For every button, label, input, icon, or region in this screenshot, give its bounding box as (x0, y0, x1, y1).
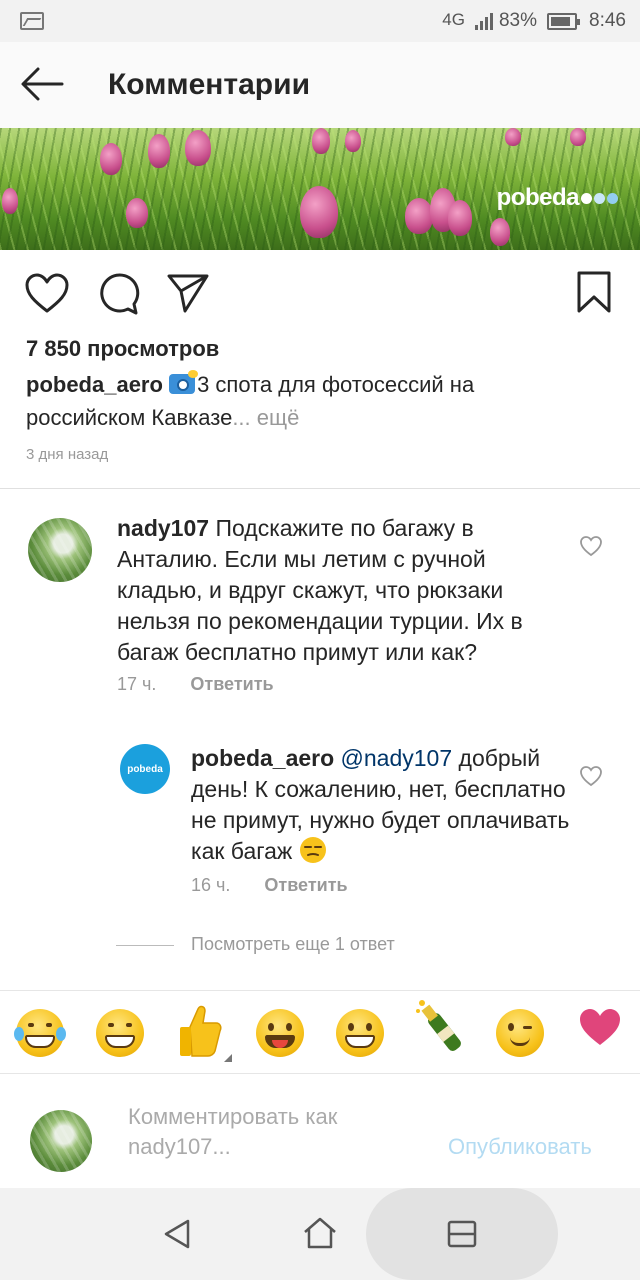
post-caption: pobeda_aero 3 спота для фотосессий на ро… (26, 368, 586, 434)
post-timestamp: 3 дня назад (26, 446, 109, 463)
publish-button[interactable]: Опубликовать (448, 1134, 592, 1160)
comment-input[interactable]: Комментировать как nady107... (128, 1102, 428, 1162)
status-bar: 4G 83% 8:46 (0, 0, 640, 42)
reply-mention-link[interactable]: @nady107 (341, 745, 453, 771)
back-arrow-icon[interactable] (20, 66, 64, 102)
divider (0, 488, 640, 489)
reply-body: pobeda_aero @nady107 добрый день! К сожа… (191, 743, 571, 867)
caption-author[interactable]: pobeda_aero (26, 372, 163, 397)
emoji-quick-bar (0, 990, 640, 1074)
joy-emoji-icon[interactable] (14, 1009, 66, 1057)
skin-tone-indicator-icon[interactable] (224, 1054, 232, 1062)
signal-icon (474, 12, 493, 30)
heart-emoji-icon[interactable] (578, 1007, 622, 1047)
reply-meta: 16 ч. Ответить (191, 875, 348, 896)
grinning-emoji-icon[interactable] (336, 1009, 384, 1057)
post-actions (0, 262, 640, 322)
comment-author[interactable]: nady107 (117, 515, 209, 541)
comment-body: nady107 Подскажите по багажу в Анталию. … (117, 513, 557, 668)
camera-flash-emoji-icon (169, 370, 199, 394)
post-image[interactable]: pobeda (0, 128, 640, 250)
battery-percent: 83% (498, 10, 538, 31)
thumbs-up-emoji-icon[interactable] (174, 1003, 224, 1059)
commenter-avatar[interactable] (28, 518, 92, 582)
unamused-emoji-icon (299, 837, 326, 863)
system-navigation-bar (0, 1188, 640, 1280)
reply-time: 16 ч. (191, 875, 231, 895)
reply-like-heart-icon[interactable] (579, 765, 603, 787)
comment-reply-button[interactable]: Ответить (190, 674, 273, 695)
gallery-notification-icon (20, 12, 44, 30)
grin-emoji-icon[interactable] (96, 1009, 144, 1057)
bookmark-icon[interactable] (576, 270, 612, 314)
share-paper-plane-icon[interactable] (166, 272, 210, 314)
nav-home-icon[interactable] (302, 1216, 338, 1250)
view-more-line (116, 945, 174, 946)
compose-avatar (30, 1110, 92, 1172)
comment-time: 17 ч. (117, 674, 157, 694)
comment-meta: 17 ч. Ответить (117, 674, 274, 695)
reply-author[interactable]: pobeda_aero (191, 745, 334, 771)
nav-recents-icon[interactable] (446, 1218, 478, 1250)
views-count: 7 850 просмотров (26, 336, 220, 361)
caption-more-link[interactable]: ... ещё (232, 405, 299, 430)
view-more-replies-link[interactable]: Посмотреть еще 1 ответ (191, 934, 395, 955)
page-title: Комментарии (108, 68, 311, 101)
wink-emoji-icon[interactable] (496, 1009, 544, 1057)
champagne-emoji-icon[interactable] (414, 997, 466, 1059)
clock: 8:46 (589, 10, 626, 31)
like-heart-icon[interactable] (24, 272, 70, 314)
battery-icon (547, 12, 581, 30)
comment-like-heart-icon[interactable] (579, 535, 603, 557)
reply-author-avatar[interactable]: pobeda (120, 744, 170, 794)
smile-emoji-icon[interactable] (256, 1009, 304, 1057)
nav-back-icon[interactable] (162, 1218, 192, 1250)
header: Комментарии (0, 42, 640, 128)
comment-bubble-icon[interactable] (96, 272, 140, 316)
network-type: 4G (442, 10, 465, 29)
reply-reply-button[interactable]: Ответить (264, 875, 347, 896)
brand-logo: pobeda (497, 184, 618, 212)
